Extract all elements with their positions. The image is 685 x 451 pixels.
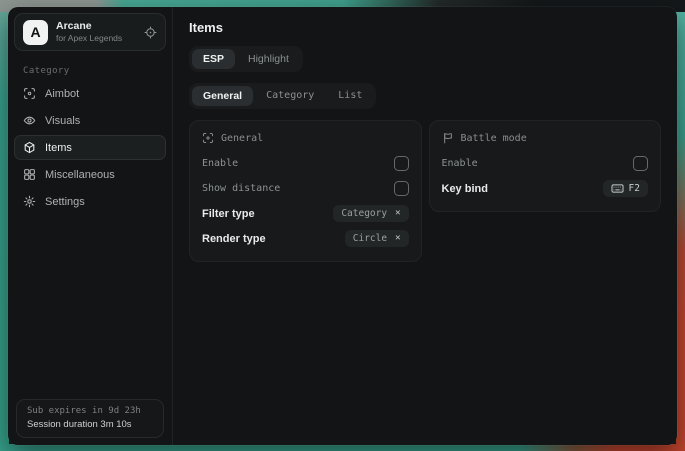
session-card: Sub expires in 9d 23h Session duration 3… <box>16 399 164 438</box>
sidebar-item-label: Visuals <box>45 115 80 127</box>
key-bind-value: F2 <box>629 183 640 194</box>
sidebar-item-items[interactable]: Items <box>14 135 166 160</box>
settings-row: Key bind F2 <box>442 176 649 201</box>
sidebar-item-aimbot[interactable]: Aimbot <box>14 81 166 106</box>
settings-row: Enable <box>202 151 409 176</box>
render-type-value: Circle <box>353 233 387 244</box>
mode-tab-group: ESPHighlight <box>189 46 303 72</box>
view-tab-row: GeneralCategoryList <box>189 83 661 109</box>
tab-esp[interactable]: ESP <box>192 49 235 69</box>
category-label: Category <box>23 66 172 76</box>
render-type-select[interactable]: Circle ✕ <box>345 230 409 247</box>
main-content: Items ESPHighlight GeneralCategoryList G… <box>173 7 677 445</box>
app-subtitle: for Apex Legends <box>56 33 136 44</box>
enable-checkbox[interactable] <box>394 156 409 171</box>
sidebar-item-settings[interactable]: Settings <box>14 189 166 214</box>
panel-general: General Enable Show distance Filter type Cat… <box>189 120 422 262</box>
filter-type-value: Category <box>341 208 387 219</box>
settings-row: Render type Circle ✕ <box>202 226 409 251</box>
app-name: Arcane <box>56 20 136 33</box>
key-bind-button[interactable]: F2 <box>603 180 648 197</box>
mode-tab-row: ESPHighlight <box>189 46 661 72</box>
tab-list[interactable]: List <box>327 86 373 106</box>
app-titles: Arcane for Apex Legends <box>56 20 136 44</box>
app-logo: A <box>23 20 48 45</box>
panel-header: General <box>202 132 409 144</box>
page-title: Items <box>189 20 661 35</box>
filter-type-select[interactable]: Category ✕ <box>333 205 408 222</box>
crosshair-icon <box>202 132 214 144</box>
items-icon <box>23 141 36 154</box>
sidebar-item-label: Miscellaneous <box>45 169 115 181</box>
sidebar: A Arcane for Apex Legends Category Aimbo… <box>8 7 173 445</box>
app-header-card: A Arcane for Apex Legends <box>14 13 166 51</box>
keyboard-icon <box>611 183 624 194</box>
sidebar-item-label: Aimbot <box>45 88 79 100</box>
row-label: Show distance <box>202 183 280 194</box>
sidebar-item-visuals[interactable]: Visuals <box>14 108 166 133</box>
session-duration-text: Session duration 3m 10s <box>27 419 153 430</box>
panel-header: Battle mode <box>442 132 649 144</box>
game-background-bottom <box>0 444 685 451</box>
panels: General Enable Show distance Filter type Cat… <box>189 120 661 262</box>
settings-row: Show distance <box>202 176 409 201</box>
tab-highlight[interactable]: Highlight <box>237 49 300 69</box>
aimbot-icon <box>23 87 36 100</box>
row-label: Enable <box>442 158 478 169</box>
miscellaneous-icon <box>23 168 36 181</box>
settings-row: Filter type Category ✕ <box>202 201 409 226</box>
panel-battle-mode: Battle mode Enable Key bind F2 <box>429 120 662 212</box>
visuals-icon <box>23 114 36 127</box>
tab-general[interactable]: General <box>192 86 253 106</box>
tab-category[interactable]: Category <box>255 86 325 106</box>
sidebar-nav: Aimbot Visuals Items Miscellaneous Settings <box>8 79 172 216</box>
target-icon[interactable] <box>144 26 157 39</box>
panel-title: Battle mode <box>461 133 527 144</box>
close-icon[interactable]: ✕ <box>395 234 400 243</box>
row-label: Key bind <box>442 183 488 195</box>
sidebar-spacer <box>8 216 172 393</box>
arcane-menu-window: A Arcane for Apex Legends Category Aimbo… <box>8 7 677 445</box>
flag-icon <box>442 132 454 144</box>
game-background-right <box>676 0 685 451</box>
row-label: Enable <box>202 158 238 169</box>
sidebar-item-label: Items <box>45 142 72 154</box>
sub-expires-text: Sub expires in 9d 23h <box>27 406 153 416</box>
row-label: Render type <box>202 233 266 245</box>
settings-icon <box>23 195 36 208</box>
sidebar-item-miscellaneous[interactable]: Miscellaneous <box>14 162 166 187</box>
enable-checkbox[interactable] <box>633 156 648 171</box>
view-tab-group: GeneralCategoryList <box>189 83 376 109</box>
settings-row: Enable <box>442 151 649 176</box>
row-label: Filter type <box>202 208 255 220</box>
sidebar-item-label: Settings <box>45 196 85 208</box>
close-icon[interactable]: ✕ <box>395 209 400 218</box>
panel-title: General <box>221 133 263 144</box>
show-distance-checkbox[interactable] <box>394 181 409 196</box>
